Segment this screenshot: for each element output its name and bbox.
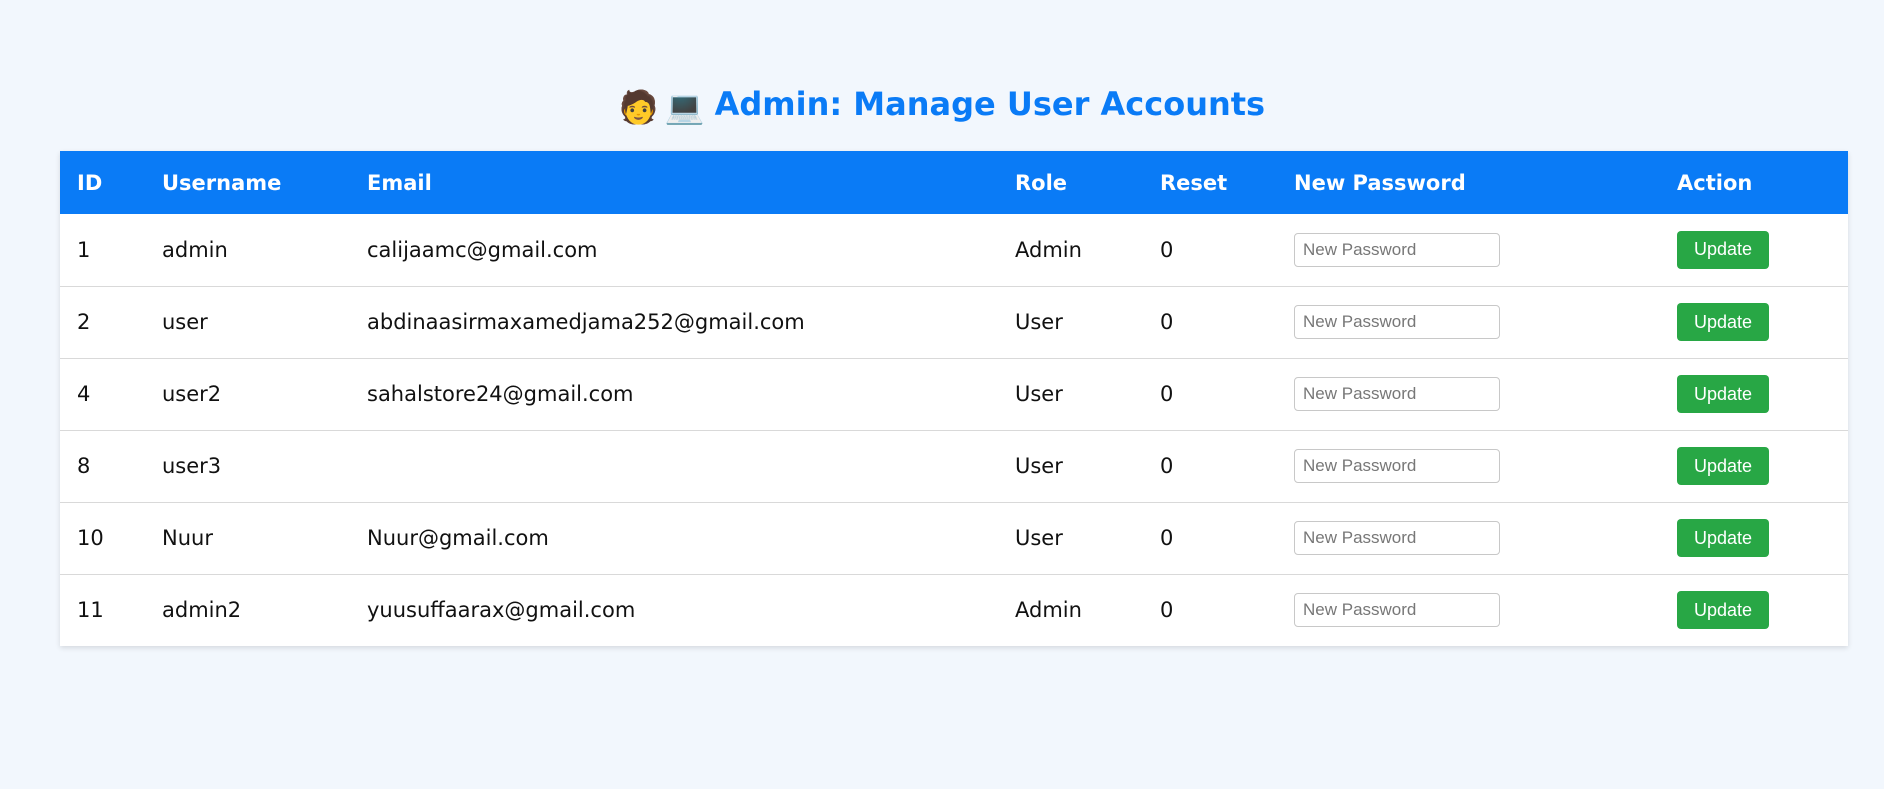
cell-action: Update — [1660, 430, 1848, 502]
cell-new-password — [1277, 502, 1660, 574]
table-row: 11 admin2 yuusuffaarax@gmail.com Admin 0… — [60, 574, 1848, 646]
cell-id: 11 — [77, 598, 104, 623]
page-title: 🧑 💻 Admin: Manage User Accounts — [0, 80, 1884, 131]
column-header-username: Username — [162, 170, 282, 195]
cell-username: admin2 — [162, 598, 242, 623]
cell-id: 4 — [77, 382, 91, 406]
update-button[interactable]: Update — [1677, 230, 1769, 269]
cell-email: sahalstore24@gmail.com — [367, 382, 634, 406]
cell-action: Update — [1660, 574, 1848, 646]
new-password-input[interactable] — [1294, 449, 1500, 483]
cell-id: 8 — [77, 454, 91, 478]
column-header-reset: Reset — [1160, 170, 1228, 195]
cell-new-password — [1277, 286, 1660, 358]
cell-reset: 0 — [1160, 310, 1174, 334]
users-table: ID Username Email Role Reset New Passwor… — [60, 151, 1848, 646]
table-row: 2 user abdinaasirmaxamedjama252@gmail.co… — [60, 286, 1848, 358]
cell-id: 1 — [77, 237, 91, 262]
column-header-role: Role — [1015, 170, 1068, 195]
cell-email: Nuur@gmail.com — [367, 526, 549, 550]
cell-reset: 0 — [1160, 454, 1174, 478]
cell-reset: 0 — [1160, 526, 1174, 550]
column-header-new-password: New Password — [1294, 170, 1466, 195]
update-button[interactable]: Update — [1677, 447, 1769, 485]
laptop-icon: 💻 — [664, 88, 705, 126]
cell-new-password — [1277, 430, 1660, 502]
cell-role: Admin — [1015, 598, 1082, 623]
cell-email: abdinaasirmaxamedjama252@gmail.com — [367, 310, 805, 334]
new-password-input[interactable] — [1294, 305, 1500, 339]
page-title-text: Admin: Manage User Accounts — [714, 85, 1266, 123]
new-password-input[interactable] — [1294, 593, 1500, 628]
cell-action: Update — [1660, 502, 1848, 574]
table-row: 8 user3 User 0 Update — [60, 430, 1848, 502]
new-password-input[interactable] — [1294, 232, 1500, 267]
cell-reset: 0 — [1160, 382, 1174, 406]
cell-new-password — [1277, 358, 1660, 430]
cell-username: admin — [162, 237, 228, 262]
cell-action: Update — [1660, 286, 1848, 358]
update-button[interactable]: Update — [1677, 591, 1769, 630]
cell-reset: 0 — [1160, 237, 1174, 262]
cell-role: User — [1015, 310, 1063, 334]
update-button[interactable]: Update — [1677, 375, 1769, 413]
cell-role: User — [1015, 454, 1063, 478]
cell-id: 2 — [77, 310, 91, 334]
cell-action: Update — [1660, 214, 1848, 286]
table-row: 1 admin calijaamc@gmail.com Admin 0 Upda… — [60, 214, 1848, 286]
cell-new-password — [1277, 574, 1660, 646]
update-button[interactable]: Update — [1677, 303, 1769, 341]
cell-role: Admin — [1015, 237, 1082, 262]
cell-email — [350, 430, 998, 502]
table-row: 4 user2 sahalstore24@gmail.com User 0 Up… — [60, 358, 1848, 430]
cell-id: 10 — [77, 526, 104, 550]
cell-role: User — [1015, 382, 1063, 406]
cell-username: user3 — [162, 454, 222, 478]
table-header-row: ID Username Email Role Reset New Passwor… — [60, 151, 1848, 214]
cell-action: Update — [1660, 358, 1848, 430]
new-password-input[interactable] — [1294, 377, 1500, 411]
cell-role: User — [1015, 526, 1063, 550]
cell-reset: 0 — [1160, 598, 1174, 623]
boy-face-icon: 🧑 — [618, 88, 659, 126]
new-password-input[interactable] — [1294, 521, 1500, 555]
table-row: 10 Nuur Nuur@gmail.com User 0 Update — [60, 502, 1848, 574]
cell-username: user — [162, 310, 208, 334]
cell-username: Nuur — [162, 526, 213, 550]
cell-email: calijaamc@gmail.com — [367, 237, 598, 262]
users-table-container: ID Username Email Role Reset New Passwor… — [60, 151, 1848, 646]
column-header-email: Email — [367, 170, 432, 195]
update-button[interactable]: Update — [1677, 519, 1769, 557]
cell-new-password — [1277, 214, 1660, 286]
column-header-action: Action — [1677, 170, 1753, 195]
cell-username: user2 — [162, 382, 222, 406]
column-header-id: ID — [77, 170, 103, 195]
cell-email: yuusuffaarax@gmail.com — [367, 598, 636, 623]
